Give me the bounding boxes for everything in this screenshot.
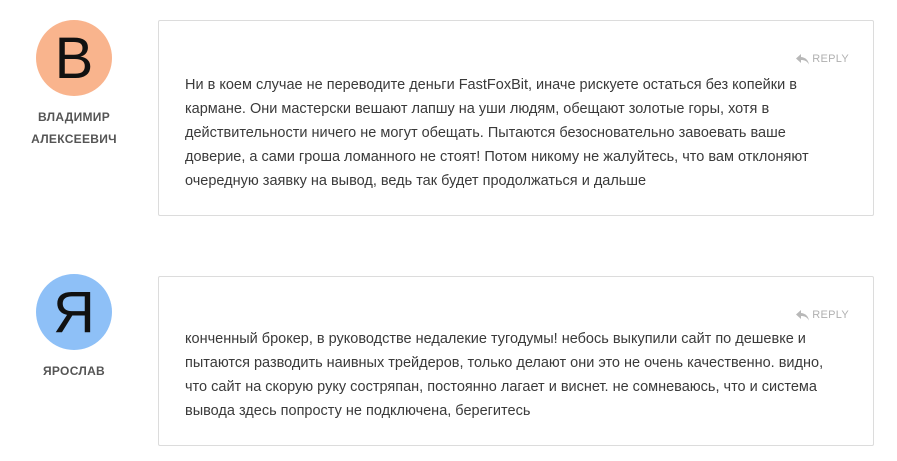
comment-body: REPLY конченный брокер, в руководстве не…	[158, 276, 874, 446]
comment-item: Я ЯРОСЛАВ REPLY конченный брокер, в руко…	[0, 274, 897, 449]
avatar: Я	[36, 274, 112, 350]
comment-author: В ВЛАДИМИР АЛЕКСЕЕВИЧ	[20, 20, 128, 150]
comment-item: В ВЛАДИМИР АЛЕКСЕЕВИЧ REPLY Ни в коем сл…	[0, 20, 897, 220]
reply-arrow-icon	[796, 53, 810, 64]
author-name: ЯРОСЛАВ	[42, 364, 106, 378]
reply-button[interactable]: REPLY	[796, 53, 849, 65]
reply-button[interactable]: REPLY	[796, 309, 849, 321]
comment-body: REPLY Ни в коем случае не переводите ден…	[158, 20, 874, 216]
reply-label: REPLY	[812, 53, 849, 65]
reply-arrow-icon	[796, 309, 810, 320]
comment-author: Я ЯРОСЛАВ	[20, 274, 128, 382]
reply-label: REPLY	[812, 309, 849, 321]
avatar: В	[36, 20, 112, 96]
comment-text: Ни в коем случае не переводите деньги Fa…	[185, 77, 809, 189]
author-name: ВЛАДИМИР АЛЕКСЕЕВИЧ	[31, 110, 117, 146]
comment-text: конченный брокер, в руководстве недалеки…	[185, 331, 824, 419]
